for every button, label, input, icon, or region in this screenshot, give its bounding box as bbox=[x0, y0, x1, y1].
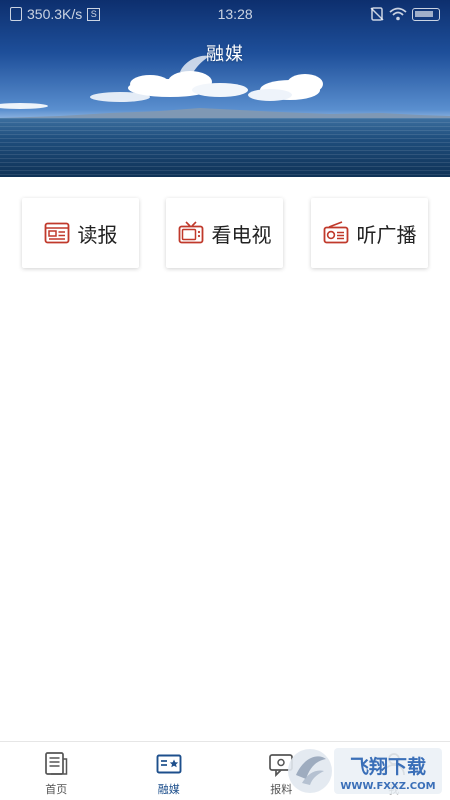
watermark-url: WWW.FXXZ.COM bbox=[340, 781, 435, 792]
watch-tv-button[interactable]: 看电视 bbox=[166, 198, 283, 268]
status-bar: 350.3K/s S 13:28 bbox=[0, 0, 450, 28]
tab-media[interactable]: 融媒 bbox=[113, 742, 226, 800]
notification-icon: S bbox=[87, 7, 101, 21]
newspaper-icon bbox=[44, 222, 69, 244]
no-sim-icon bbox=[370, 7, 384, 21]
radio-icon bbox=[323, 221, 348, 244]
tab-media-label: 融媒 bbox=[157, 783, 180, 796]
read-newspaper-label: 读报 bbox=[77, 222, 118, 247]
sim-icon bbox=[10, 7, 22, 21]
clock: 13:28 bbox=[217, 6, 253, 22]
document-icon bbox=[45, 752, 68, 775]
fxxz-watermark: 飞翔下载 WWW.FXXZ.COM bbox=[288, 748, 442, 794]
watermark-brand: 飞翔下载 bbox=[350, 755, 426, 778]
listen-radio-button[interactable]: 听广播 bbox=[311, 198, 428, 268]
tab-home[interactable]: 首页 bbox=[0, 742, 113, 800]
watch-tv-label: 看电视 bbox=[211, 222, 272, 247]
page-title: 融媒 bbox=[206, 44, 244, 65]
tab-home-label: 首页 bbox=[45, 783, 68, 796]
tv-icon bbox=[178, 221, 203, 244]
listen-radio-label: 听广播 bbox=[356, 222, 417, 247]
media-card-icon bbox=[156, 754, 182, 774]
network-speed: 350.3K/s bbox=[27, 6, 83, 22]
wifi-icon bbox=[389, 7, 407, 21]
sea-image bbox=[0, 118, 450, 177]
battery-icon bbox=[412, 7, 440, 21]
read-newspaper-button[interactable]: 读报 bbox=[22, 198, 139, 268]
